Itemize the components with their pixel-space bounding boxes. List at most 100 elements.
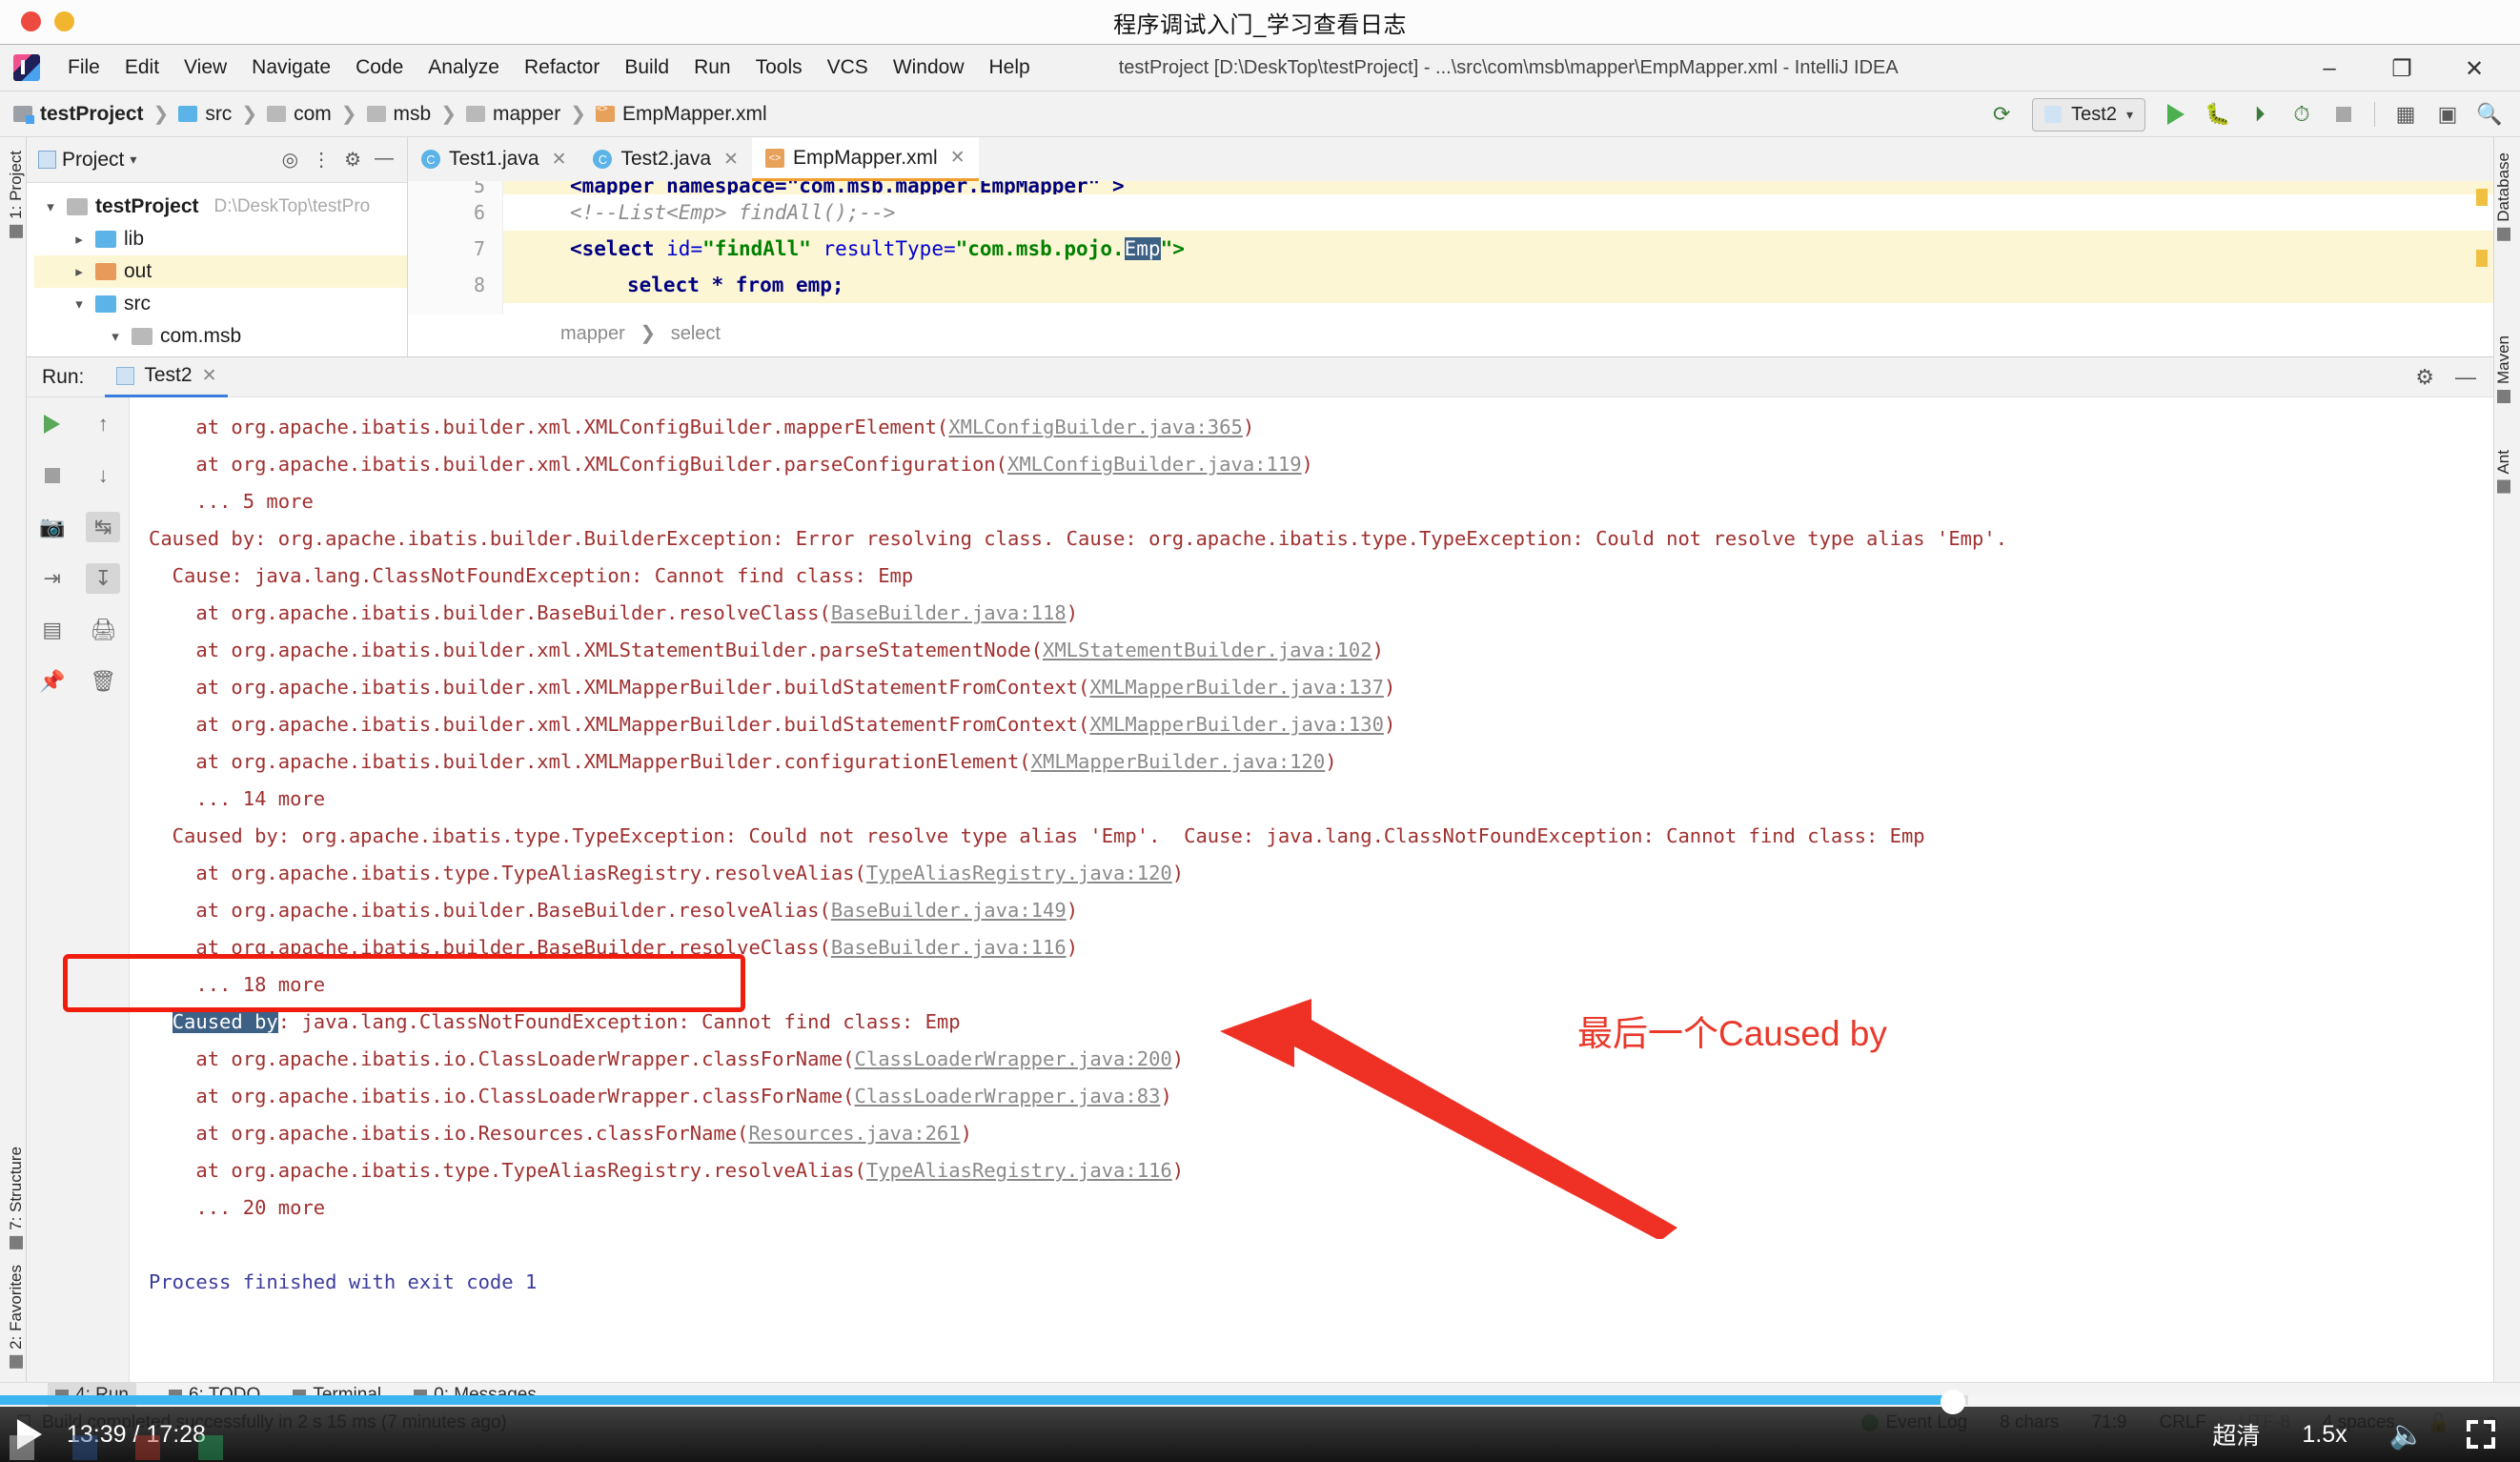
console-line[interactable]: at org.apache.ibatis.type.TypeAliasRegis… <box>132 1152 2493 1189</box>
console-line[interactable]: at org.apache.ibatis.builder.BaseBuilder… <box>132 595 2493 632</box>
console-line[interactable]: Cause: java.lang.ClassNotFoundException:… <box>132 558 2493 595</box>
export-icon[interactable]: ⇥ <box>35 563 70 594</box>
console-line[interactable]: Caused by: org.apache.ibatis.builder.Bui… <box>132 520 2493 558</box>
window-close-icon[interactable]: ✕ <box>2438 45 2510 92</box>
tree-node-src[interactable]: ▾ src <box>34 288 407 320</box>
close-icon[interactable]: ✕ <box>202 365 217 387</box>
console-line-caused-by-selected[interactable]: Caused by: java.lang.ClassNotFoundExcept… <box>132 1004 2493 1041</box>
code-breadcrumb-mapper[interactable]: mapper <box>560 323 625 344</box>
print-icon[interactable]: 🖨 <box>86 615 120 645</box>
scroll-to-end-icon[interactable]: ↧ <box>86 563 121 594</box>
video-quality-button[interactable]: 超清 <box>2212 1417 2260 1452</box>
breadcrumb-item-empmapper[interactable]: EmpMapper.xml <box>595 103 767 126</box>
tab-empmapper-xml[interactable]: <> EmpMapper.xml ✕ <box>751 137 979 181</box>
sidebar-item-maven[interactable]: Maven <box>2490 328 2518 411</box>
console-line[interactable]: at org.apache.ibatis.io.Resources.classF… <box>132 1115 2493 1152</box>
console-output[interactable]: at org.apache.ibatis.builder.xml.XMLConf… <box>130 397 2493 1382</box>
close-icon[interactable]: ✕ <box>552 149 567 171</box>
chevron-right-icon[interactable]: ▸ <box>71 263 88 280</box>
chevron-right-icon[interactable]: ▸ <box>71 231 88 248</box>
console-line[interactable]: ... 14 more <box>132 781 2493 818</box>
console-line[interactable]: at org.apache.ibatis.builder.xml.XMLMapp… <box>132 743 2493 781</box>
stacktrace-link[interactable]: XMLStatementBuilder.java:102 <box>1043 639 1372 661</box>
code-breadcrumb-select[interactable]: select <box>671 323 721 344</box>
close-icon[interactable] <box>21 11 41 31</box>
tree-node-lib[interactable]: ▸ lib <box>34 223 407 255</box>
stacktrace-link[interactable]: XMLMapperBuilder.java:137 <box>1089 676 1384 699</box>
run-icon[interactable] <box>2157 95 2195 133</box>
menu-item-run[interactable]: Run <box>681 56 743 79</box>
hide-icon[interactable]: — <box>375 148 394 172</box>
stacktrace-link[interactable]: Resources.java:261 <box>748 1122 960 1145</box>
run-tab-test2[interactable]: Test2 ✕ <box>105 357 229 397</box>
console-line[interactable]: ... 20 more <box>132 1189 2493 1227</box>
tree-node-out[interactable]: ▸ out <box>34 255 407 288</box>
collapse-all-icon[interactable]: ⋮ <box>312 148 331 172</box>
run-with-coverage-icon[interactable]: ⏵ <box>2241 95 2279 133</box>
console-line[interactable]: at org.apache.ibatis.io.ClassLoaderWrapp… <box>132 1041 2493 1078</box>
breadcrumb-item-com[interactable]: com ❯ <box>267 102 366 126</box>
video-seek-bar[interactable] <box>0 1390 2520 1414</box>
menu-item-edit[interactable]: Edit <box>112 56 172 79</box>
project-structure-icon[interactable]: ▦ <box>2387 95 2425 133</box>
stacktrace-link[interactable]: XMLMapperBuilder.java:130 <box>1089 713 1384 736</box>
build-icon[interactable]: ⟳ <box>1982 95 2021 133</box>
windows-start-icon[interactable] <box>10 1435 34 1460</box>
chevron-down-icon[interactable]: ▾ <box>71 295 88 313</box>
word-icon[interactable] <box>72 1435 97 1460</box>
console-line[interactable]: at org.apache.ibatis.builder.BaseBuilder… <box>132 892 2493 929</box>
profile-icon[interactable]: ⏱ <box>2283 95 2321 133</box>
menu-item-view[interactable]: View <box>172 56 239 79</box>
stacktrace-link[interactable]: XMLConfigBuilder.java:119 <box>1007 453 1302 476</box>
settings-gear-icon[interactable]: ⚙ <box>344 148 361 172</box>
console-line[interactable]: at org.apache.ibatis.type.TypeAliasRegis… <box>132 855 2493 892</box>
breadcrumb-item-src[interactable]: src ❯ <box>178 102 267 126</box>
rerun-icon[interactable] <box>35 409 70 439</box>
settings-gear-icon[interactable]: ⚙ <box>2415 365 2434 390</box>
video-seek-handle[interactable] <box>1941 1390 1965 1414</box>
sidebar-item-database[interactable]: Database <box>2490 145 2518 249</box>
console-line[interactable]: at org.apache.ibatis.io.ClassLoaderWrapp… <box>132 1078 2493 1115</box>
mac-window-controls[interactable] <box>21 11 74 31</box>
run-configuration-selector[interactable]: Test2 ▾ <box>2032 97 2145 132</box>
window-minimize-icon[interactable]: – <box>2293 45 2366 92</box>
layout-icon[interactable]: ▤ <box>35 615 70 645</box>
console-line[interactable]: at org.apache.ibatis.builder.xml.XMLStat… <box>132 632 2493 669</box>
soft-wrap-icon[interactable]: ↹ <box>86 512 121 542</box>
tree-node-testproject[interactable]: ▾ testProject D:\DeskTop\testPro <box>34 191 407 223</box>
console-line[interactable]: at org.apache.ibatis.builder.xml.XMLConf… <box>132 409 2493 446</box>
stacktrace-link[interactable]: ClassLoaderWrapper.java:83 <box>855 1085 1161 1107</box>
stacktrace-link[interactable]: ClassLoaderWrapper.java:200 <box>855 1047 1172 1070</box>
menu-item-tools[interactable]: Tools <box>743 56 815 79</box>
volume-icon[interactable]: 🔈 <box>2389 1418 2425 1452</box>
menu-item-window[interactable]: Window <box>881 56 977 79</box>
sidebar-item-ant[interactable]: Ant <box>2490 442 2518 501</box>
menu-item-help[interactable]: Help <box>977 56 1043 79</box>
video-speed-button[interactable]: 1.5x <box>2302 1421 2347 1449</box>
chevron-down-icon[interactable]: ▾ <box>42 198 59 215</box>
console-line[interactable]: ... 18 more <box>132 966 2493 1004</box>
pin-icon[interactable]: 📌 <box>35 666 70 697</box>
stacktrace-link[interactable]: TypeAliasRegistry.java:120 <box>866 862 1172 884</box>
console-line[interactable]: Caused by: org.apache.ibatis.type.TypeEx… <box>132 818 2493 855</box>
chevron-down-icon[interactable]: ▾ <box>107 328 124 345</box>
stop-icon[interactable] <box>35 460 70 491</box>
menu-item-file[interactable]: File <box>55 56 112 79</box>
app-icon-2[interactable] <box>198 1435 223 1460</box>
menu-item-refactor[interactable]: Refactor <box>512 56 612 79</box>
tree-node-com-msb[interactable]: ▾ com.msb <box>34 320 407 353</box>
camera-icon[interactable]: 📷 <box>35 512 70 542</box>
tab-test2-java[interactable]: C Test2.java ✕ <box>579 137 751 181</box>
menu-item-build[interactable]: Build <box>612 56 681 79</box>
fullscreen-icon[interactable] <box>2467 1420 2495 1449</box>
breadcrumb-item-testproject[interactable]: testProject ❯ <box>13 102 178 126</box>
up-icon[interactable]: ↑ <box>86 409 120 439</box>
stacktrace-link[interactable]: XMLMapperBuilder.java:120 <box>1031 750 1326 773</box>
stacktrace-link[interactable]: BaseBuilder.java:118 <box>831 601 1067 624</box>
menu-item-code[interactable]: Code <box>343 56 416 79</box>
minimize-icon[interactable]: — <box>2455 365 2476 390</box>
console-line[interactable]: at org.apache.ibatis.builder.BaseBuilder… <box>132 929 2493 966</box>
stacktrace-link[interactable]: XMLConfigBuilder.java:365 <box>948 416 1243 438</box>
debug-icon[interactable]: 🐛 <box>2199 95 2237 133</box>
tab-test1-java[interactable]: C Test1.java ✕ <box>408 137 579 181</box>
